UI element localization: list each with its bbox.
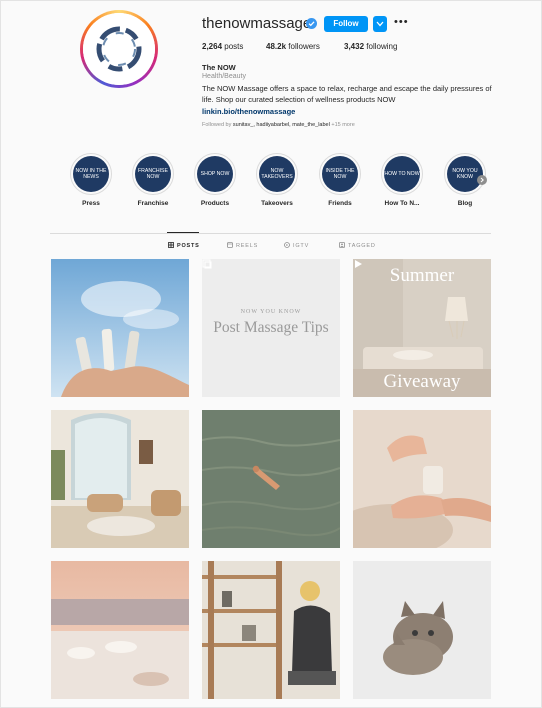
highlight-ring: INSIDE THE NOW bbox=[319, 153, 361, 195]
post-image-kittens bbox=[353, 561, 491, 699]
post-tile[interactable] bbox=[353, 410, 491, 548]
followed-by-prefix: Followed by bbox=[202, 122, 232, 128]
highlight-label: How To N... bbox=[384, 200, 420, 207]
suggested-accounts-button[interactable] bbox=[373, 16, 387, 32]
post-tip-title: Post Massage Tips bbox=[213, 319, 329, 336]
highlight-label: Takeovers bbox=[261, 200, 293, 207]
highlight-franchise[interactable]: FRANCHISE NOW Franchise bbox=[128, 153, 178, 207]
highlight-cover: NOW TAKEOVERS bbox=[259, 156, 295, 192]
verified-badge-icon bbox=[306, 18, 317, 29]
next-arrow-icon bbox=[480, 177, 484, 183]
highlight-how-to[interactable]: HOW TO NOW How To N... bbox=[377, 153, 427, 207]
followed-by-users: sunitav_, hadiiyabarbel, mate_the_label bbox=[232, 122, 330, 128]
profile-username: thenowmassage bbox=[202, 15, 312, 32]
highlight-ring: HOW TO NOW bbox=[381, 153, 423, 195]
highlight-products[interactable]: SHOP NOW Products bbox=[190, 153, 240, 207]
profile-avatar[interactable] bbox=[80, 10, 158, 88]
profile-category: Health/Beauty bbox=[202, 73, 246, 80]
tabs-divider bbox=[50, 233, 491, 234]
post-image-sky-toast bbox=[51, 259, 189, 397]
tagged-icon bbox=[339, 242, 345, 248]
highlight-cover: NOW IN THE NEWS bbox=[73, 156, 109, 192]
post-tile[interactable] bbox=[353, 561, 491, 699]
active-tab-indicator bbox=[167, 232, 199, 233]
post-tile[interactable] bbox=[202, 410, 340, 548]
posts-stat: 2,264 posts bbox=[202, 42, 243, 51]
post-giveaway-top: Summer bbox=[389, 265, 455, 286]
following-label: following bbox=[366, 42, 398, 51]
highlight-label: Blog bbox=[457, 200, 473, 207]
highlights-next-button[interactable] bbox=[477, 175, 487, 185]
highlight-cover: SHOP NOW bbox=[197, 156, 233, 192]
post-tile[interactable]: NOW YOU KNOW Post Massage Tips bbox=[202, 259, 340, 397]
highlight-ring: NOW YOU KNOW bbox=[444, 153, 486, 195]
post-image-swimmer bbox=[202, 410, 340, 548]
avatar-logo bbox=[83, 13, 155, 85]
followers-label: followers bbox=[288, 42, 320, 51]
following-stat[interactable]: 3,432 following bbox=[344, 42, 397, 51]
video-icon bbox=[355, 260, 362, 268]
followed-by[interactable]: Followed by sunitav_, hadiiyabarbel, mat… bbox=[202, 122, 355, 128]
carousel-icon bbox=[202, 259, 212, 269]
igtv-icon bbox=[284, 242, 290, 248]
tab-tagged-label: TAGGED bbox=[348, 243, 376, 249]
post-image-hands-crystal bbox=[353, 410, 491, 548]
post-tile[interactable] bbox=[51, 259, 189, 397]
highlight-ring: FRANCHISE NOW bbox=[132, 153, 174, 195]
post-tile[interactable] bbox=[202, 561, 340, 699]
tab-posts[interactable]: POSTS bbox=[168, 242, 200, 249]
highlight-press[interactable]: NOW IN THE NEWS Press bbox=[66, 153, 116, 207]
tab-tagged[interactable]: TAGGED bbox=[339, 242, 376, 249]
highlight-cover: FRANCHISE NOW bbox=[135, 156, 171, 192]
highlight-cover: INSIDE THE NOW bbox=[322, 156, 358, 192]
highlight-friends[interactable]: INSIDE THE NOW Friends bbox=[315, 153, 365, 207]
post-tile[interactable] bbox=[51, 410, 189, 548]
posts-count: 2,264 bbox=[202, 42, 223, 51]
tab-posts-label: POSTS bbox=[177, 243, 200, 249]
highlight-label: Press bbox=[82, 200, 100, 207]
following-count: 3,432 bbox=[344, 42, 365, 51]
profile-name: The NOW bbox=[202, 63, 236, 72]
post-tile[interactable]: Summer Giveaway bbox=[353, 259, 491, 397]
post-giveaway-bottom: Giveaway bbox=[383, 371, 461, 392]
post-image-sunset-bed bbox=[51, 561, 189, 699]
profile-link[interactable]: linkin.bio/thenowmassage bbox=[202, 107, 295, 116]
tab-igtv[interactable]: IGTV bbox=[284, 242, 309, 249]
post-image-living-room bbox=[51, 410, 189, 548]
post-tip-subtitle: NOW YOU KNOW bbox=[240, 309, 302, 315]
followers-stat[interactable]: 48.2k followers bbox=[266, 42, 320, 51]
posts-label: posts bbox=[224, 42, 244, 51]
highlight-ring: NOW TAKEOVERS bbox=[256, 153, 298, 195]
post-image-shop-woman bbox=[202, 561, 340, 699]
follow-button[interactable]: Follow bbox=[324, 16, 368, 32]
reels-icon bbox=[227, 242, 233, 248]
highlight-takeovers[interactable]: NOW TAKEOVERS Takeovers bbox=[252, 153, 302, 207]
grid-icon bbox=[168, 242, 174, 248]
more-options-icon[interactable]: ••• bbox=[394, 17, 408, 29]
followers-count: 48.2k bbox=[266, 42, 287, 51]
post-tile[interactable] bbox=[51, 561, 189, 699]
followed-by-more: +15 more bbox=[331, 122, 355, 128]
highlight-label: Friends bbox=[328, 200, 352, 207]
highlight-label: Products bbox=[200, 200, 230, 207]
highlight-ring: NOW IN THE NEWS bbox=[70, 153, 112, 195]
tab-reels-label: REELS bbox=[236, 243, 259, 249]
tab-igtv-label: IGTV bbox=[293, 243, 310, 249]
highlight-ring: SHOP NOW bbox=[194, 153, 236, 195]
highlight-label: Franchise bbox=[137, 200, 169, 207]
highlight-cover: NOW YOU KNOW bbox=[447, 156, 483, 192]
chevron-down-icon bbox=[376, 21, 384, 27]
tab-reels[interactable]: REELS bbox=[227, 242, 258, 249]
profile-bio: The NOW Massage offers a space to relax,… bbox=[202, 84, 492, 104]
highlight-cover: HOW TO NOW bbox=[384, 156, 420, 192]
